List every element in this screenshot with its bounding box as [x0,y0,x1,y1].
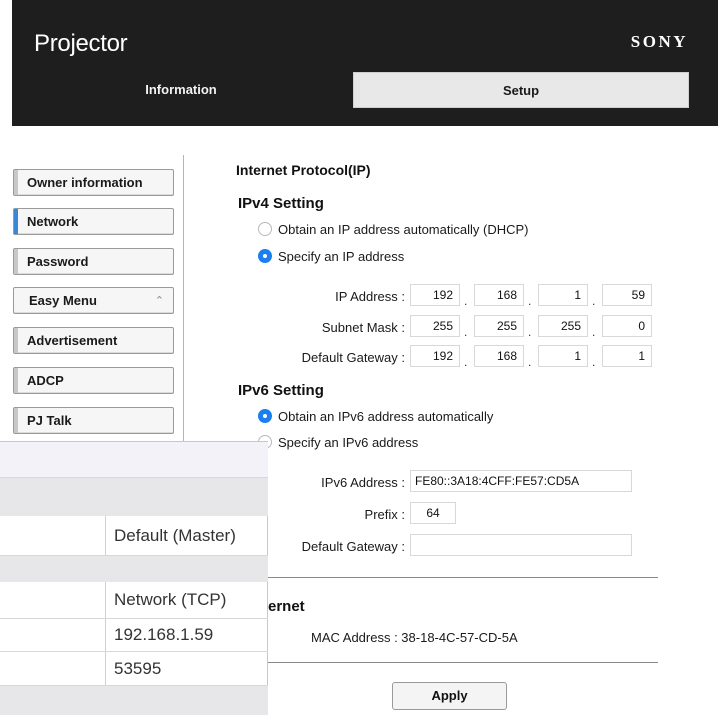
overlay-table-row: Default (Master) [0,516,268,556]
overlay-section-row [0,686,268,715]
mask-octet-1[interactable]: 255 [410,315,460,337]
ip-octet-3[interactable]: 1 [538,284,588,306]
gateway-octet-2[interactable]: 168 [474,345,524,367]
overlay-table-row: Network (TCP) [0,582,268,619]
sidebar-item-easy-menu[interactable]: Easy Menu ⌃ [13,287,174,314]
sidebar-item-marker [14,408,18,433]
radio-button[interactable] [258,249,272,263]
sidebar-item-marker [14,249,18,274]
prefix-field[interactable]: 64 [410,502,456,524]
sidebar-item-label: Owner information [27,175,143,190]
sidebar-item-label: PJ Talk [27,413,72,428]
ethernet-heading: ernet [268,598,305,615]
app-title: Projector [34,30,128,57]
radio-label: Obtain an IPv6 address automatically [278,409,494,424]
radio-button[interactable] [258,222,272,236]
tab-setup[interactable]: Setup [353,72,689,108]
radio-label: Obtain an IP address automatically (DHCP… [278,222,529,237]
default-gateway-label: Default Gateway : [301,350,405,365]
gateway-octet-1[interactable]: 192 [410,345,460,367]
octet-separator: . [592,325,596,339]
overlay-info-panel: Default (Master) Network (TCP) 192.168.1… [0,441,268,715]
subnet-mask-label: Subnet Mask : [321,320,405,335]
octet-separator: . [464,355,468,369]
mask-octet-3[interactable]: 255 [538,315,588,337]
sidebar-item-network[interactable]: Network [13,208,174,235]
apply-button[interactable]: Apply [392,682,507,710]
ip-octet-2[interactable]: 168 [474,284,524,306]
overlay-table-row: 192.168.1.59 [0,619,268,652]
sidebar-item-label: Password [27,254,89,269]
overlay-value-cell: Network (TCP) [105,582,226,618]
octet-separator: . [592,355,596,369]
octet-separator: . [464,294,468,308]
sidebar-item-pj-talk[interactable]: PJ Talk [13,407,174,434]
octet-separator: . [528,325,532,339]
overlay-titlebar [0,442,268,478]
sidebar-item-marker [14,368,18,393]
octet-separator: . [528,294,532,308]
radio-label: Specify an IPv6 address [278,435,419,450]
ipv6-default-gateway-label: Default Gateway : [301,539,405,554]
sidebar-item-password[interactable]: Password [13,248,174,275]
overlay-value-cell: Default (Master) [105,516,236,555]
section-divider [236,662,658,663]
octet-separator: . [528,355,532,369]
tab-information[interactable]: Information [12,72,350,108]
sidebar-item-marker [14,209,18,234]
sidebar-item-label: ADCP [27,373,64,388]
chevron-double-up-icon: ⌃ [154,295,164,307]
gateway-octet-4[interactable]: 1 [602,345,652,367]
overlay-section-row [0,478,268,516]
sidebar-item-marker [14,328,18,353]
sidebar-divider [183,155,184,445]
overlay-value-cell: 192.168.1.59 [105,619,213,651]
overlay-section-row [0,556,268,582]
octet-separator: . [464,325,468,339]
mac-address-text: MAC Address : 38-18-4C-57-CD-5A [311,630,518,645]
ipv4-heading: IPv4 Setting [238,195,324,212]
sidebar-item-owner-information[interactable]: Owner information [13,169,174,196]
radio-label: Specify an IP address [278,249,405,264]
gateway-octet-3[interactable]: 1 [538,345,588,367]
app-header: Projector SONY Information Setup [12,0,718,126]
radio-button[interactable] [258,409,272,423]
sidebar-item-adcp[interactable]: ADCP [13,367,174,394]
mask-octet-4[interactable]: 0 [602,315,652,337]
sidebar-item-marker [14,170,18,195]
octet-separator: . [592,294,596,308]
ip-octet-1[interactable]: 192 [410,284,460,306]
brand-logo: SONY [630,32,688,51]
overlay-value-cell: 53595 [105,652,161,685]
section-title: Internet Protocol(IP) [236,162,371,178]
ipv6-gateway-field[interactable] [410,534,632,556]
ip-address-label: IP Address : [335,289,405,304]
ipv6-address-field[interactable]: FE80::3A18:4CFF:FE57:CD5A [410,470,632,492]
sidebar-item-label: Easy Menu [29,293,97,308]
sidebar-item-label: Network [27,214,79,229]
ipv6-heading: IPv6 Setting [238,382,324,399]
ip-octet-4[interactable]: 59 [602,284,652,306]
prefix-label: Prefix : [364,507,405,522]
sidebar-item-advertisement[interactable]: Advertisement [13,327,174,354]
section-divider [236,577,658,578]
overlay-table-row: 53595 [0,652,268,686]
sidebar-item-label: Advertisement [27,333,118,348]
ipv6-address-label: IPv6 Address : [321,475,405,490]
mask-octet-2[interactable]: 255 [474,315,524,337]
